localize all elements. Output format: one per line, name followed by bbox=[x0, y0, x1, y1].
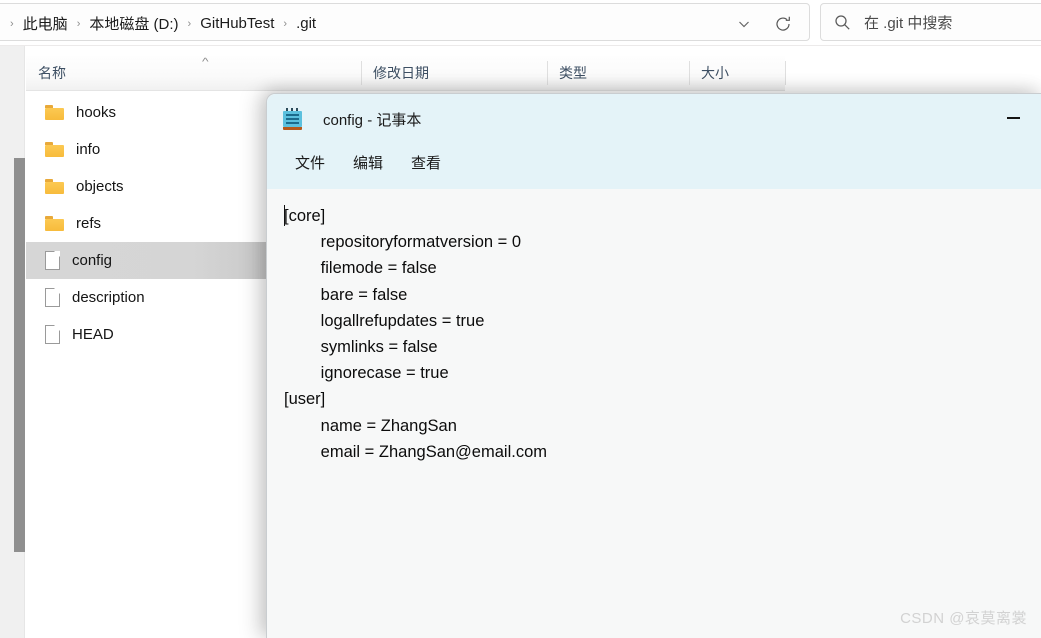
list-item-label: info bbox=[76, 141, 101, 158]
breadcrumb-item-2[interactable]: GitHubTest bbox=[198, 15, 276, 32]
list-item[interactable]: description bbox=[26, 279, 266, 316]
address-bar-row: › 此电脑 › 本地磁盘 (D:) › GitHubTest › .git 在 … bbox=[0, 0, 1041, 46]
file-icon bbox=[45, 325, 60, 344]
menu-item-edit[interactable]: 编辑 bbox=[339, 146, 397, 179]
chevron-down-icon[interactable] bbox=[735, 15, 753, 33]
file-icon bbox=[45, 251, 60, 270]
list-item[interactable]: HEAD bbox=[26, 316, 266, 353]
breadcrumb-item-1[interactable]: 本地磁盘 (D:) bbox=[87, 13, 180, 34]
refresh-icon[interactable] bbox=[773, 14, 793, 34]
column-header-size[interactable]: 大小 bbox=[689, 56, 797, 90]
navigation-pane-strip bbox=[0, 46, 25, 638]
folder-icon bbox=[45, 142, 64, 157]
file-icon bbox=[45, 288, 60, 307]
watermark: CSDN @哀莫离裳 bbox=[900, 610, 1027, 627]
notepad-icon bbox=[283, 108, 302, 130]
column-header-date-modified-label: 修改日期 bbox=[373, 65, 429, 81]
column-header-type-label: 类型 bbox=[559, 65, 587, 81]
notepad-title-bar[interactable]: config - 记事本 文件 编辑 查看 bbox=[267, 94, 1041, 189]
list-item[interactable]: info bbox=[26, 131, 266, 168]
minimize-button[interactable] bbox=[990, 102, 1036, 134]
list-item-label: objects bbox=[76, 178, 124, 195]
breadcrumb: › 此电脑 › 本地磁盘 (D:) › GitHubTest › .git bbox=[3, 4, 318, 42]
menu-item-file[interactable]: 文件 bbox=[281, 146, 339, 179]
search-placeholder: 在 .git 中搜索 bbox=[864, 14, 953, 32]
list-item-selected[interactable]: config bbox=[26, 242, 266, 279]
list-item[interactable]: objects bbox=[26, 168, 266, 205]
notepad-menu-bar: 文件 编辑 查看 bbox=[281, 144, 455, 180]
column-header-row: 名称 ^ 修改日期 类型 大小 bbox=[26, 56, 786, 90]
list-item[interactable]: refs bbox=[26, 205, 266, 242]
address-bar[interactable]: › 此电脑 › 本地磁盘 (D:) › GitHubTest › .git bbox=[0, 3, 810, 41]
folder-icon bbox=[45, 105, 64, 120]
column-header-size-label: 大小 bbox=[701, 65, 729, 81]
column-header-date-modified[interactable]: 修改日期 bbox=[361, 56, 559, 90]
minimize-icon bbox=[1006, 117, 1020, 119]
column-divider-4[interactable] bbox=[785, 61, 786, 85]
address-bar-divider bbox=[0, 45, 1041, 46]
sort-ascending-icon: ^ bbox=[202, 57, 209, 68]
navigation-scrollbar-thumb[interactable] bbox=[14, 158, 25, 552]
notepad-window[interactable]: config - 记事本 文件 编辑 查看 [core] repositoryf… bbox=[266, 93, 1041, 638]
search-input[interactable]: 在 .git 中搜索 bbox=[820, 3, 1041, 41]
breadcrumb-separator-1: › bbox=[76, 18, 81, 30]
folder-icon bbox=[45, 179, 64, 194]
column-header-name[interactable]: 名称 bbox=[26, 56, 373, 90]
breadcrumb-item-3[interactable]: .git bbox=[294, 15, 318, 32]
screen: › 此电脑 › 本地磁盘 (D:) › GitHubTest › .git 在 … bbox=[0, 0, 1041, 638]
notepad-title-group: config - 记事本 bbox=[283, 104, 421, 134]
menu-item-view[interactable]: 查看 bbox=[397, 146, 455, 179]
list-item[interactable]: hooks bbox=[26, 94, 266, 131]
breadcrumb-separator-2: › bbox=[187, 18, 192, 30]
breadcrumb-separator-0: › bbox=[10, 18, 14, 30]
list-item-label: description bbox=[72, 289, 145, 306]
search-icon bbox=[834, 14, 851, 31]
breadcrumb-item-0[interactable]: 此电脑 bbox=[21, 13, 70, 34]
folder-icon bbox=[45, 216, 64, 231]
notepad-text-area[interactable]: [core] repositoryformatversion = 0 filem… bbox=[267, 189, 1041, 638]
list-item-label: HEAD bbox=[72, 326, 114, 343]
notepad-title: config - 记事本 bbox=[323, 111, 422, 129]
navigation-scrollbar-track[interactable] bbox=[7, 46, 25, 638]
list-item-label: config bbox=[72, 252, 113, 269]
breadcrumb-separator-3: › bbox=[283, 18, 288, 30]
notepad-content[interactable]: [core] repositoryformatversion = 0 filem… bbox=[284, 203, 547, 465]
column-header-name-label: 名称 bbox=[38, 65, 66, 81]
list-item-label: refs bbox=[76, 215, 102, 232]
list-item-label: hooks bbox=[76, 104, 117, 121]
column-header-type[interactable]: 类型 bbox=[547, 56, 701, 90]
